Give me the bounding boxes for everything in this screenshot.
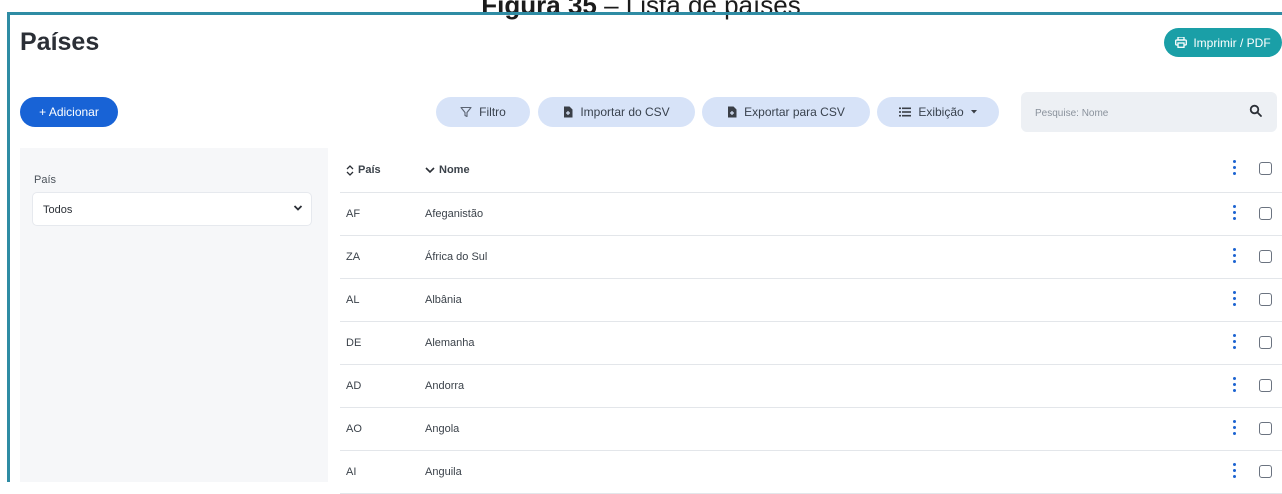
column-header-country-label: País xyxy=(358,164,381,176)
import-csv-button[interactable]: Importar do CSV xyxy=(538,97,695,127)
add-button-label: + Adicionar xyxy=(39,105,99,119)
list-icon xyxy=(899,107,912,117)
country-name: Alemanha xyxy=(425,337,475,349)
more-options-icon[interactable] xyxy=(1229,334,1239,352)
column-header-name-label: Nome xyxy=(439,164,470,176)
row-checkbox[interactable] xyxy=(1259,422,1272,435)
country-code: DE xyxy=(346,337,362,349)
filter-panel: País Todos xyxy=(20,148,328,482)
table-row[interactable]: ZA África do Sul xyxy=(340,236,1282,279)
display-dropdown-button[interactable]: Exibição xyxy=(877,97,999,127)
country-name: Afeganistão xyxy=(425,208,484,220)
sort-icon xyxy=(346,164,354,176)
printer-icon xyxy=(1175,37,1188,48)
more-options-icon[interactable] xyxy=(1229,160,1239,178)
print-pdf-button[interactable]: Imprimir / PDF xyxy=(1164,28,1282,57)
country-code: AI xyxy=(346,466,357,478)
country-name: África do Sul xyxy=(425,251,488,263)
more-options-icon[interactable] xyxy=(1229,205,1239,223)
country-filter-label: País xyxy=(34,174,57,186)
row-checkbox[interactable] xyxy=(1259,465,1272,478)
add-button[interactable]: + Adicionar xyxy=(20,97,118,127)
country-code: AD xyxy=(346,380,362,392)
row-checkbox[interactable] xyxy=(1259,250,1272,263)
filter-icon xyxy=(460,106,472,118)
country-code: AO xyxy=(346,423,362,435)
row-checkbox[interactable] xyxy=(1259,336,1272,349)
more-options-icon[interactable] xyxy=(1229,248,1239,266)
table-row[interactable]: AD Andorra xyxy=(340,365,1282,408)
table-row[interactable]: AF Afeganistão xyxy=(340,193,1282,236)
search-icon[interactable] xyxy=(1249,104,1263,118)
file-import-icon xyxy=(564,106,573,118)
search-input[interactable] xyxy=(1021,92,1237,134)
country-name: Andorra xyxy=(425,380,465,392)
country-code: AL xyxy=(346,294,360,306)
country-name: Angola xyxy=(425,423,460,435)
country-code: AF xyxy=(346,208,361,220)
row-checkbox[interactable] xyxy=(1259,379,1272,392)
column-header-name[interactable]: Nome xyxy=(425,164,470,176)
page-title: Países xyxy=(20,28,100,56)
export-csv-button[interactable]: Exportar para CSV xyxy=(702,97,870,127)
country-filter-value: Todos xyxy=(43,204,73,216)
select-all-checkbox[interactable] xyxy=(1259,162,1272,175)
more-options-icon[interactable] xyxy=(1229,420,1239,438)
country-filter-select[interactable]: Todos xyxy=(32,192,312,226)
table-row[interactable]: AL Albânia xyxy=(340,279,1282,322)
import-csv-label: Importar do CSV xyxy=(580,105,670,119)
row-checkbox[interactable] xyxy=(1259,207,1272,220)
more-options-icon[interactable] xyxy=(1229,463,1239,481)
table-row[interactable]: AO Angola xyxy=(340,408,1282,451)
search-box xyxy=(1021,92,1277,134)
more-options-icon[interactable] xyxy=(1229,377,1239,395)
file-export-icon xyxy=(728,106,737,118)
country-code: ZA xyxy=(346,251,361,263)
filter-label: Filtro xyxy=(479,105,506,119)
more-options-icon[interactable] xyxy=(1229,291,1239,309)
table-header-row: País Nome xyxy=(340,148,1282,193)
table-row[interactable]: DE Alemanha xyxy=(340,322,1282,365)
table-row[interactable]: AI Anguila xyxy=(340,451,1282,494)
print-pdf-label: Imprimir / PDF xyxy=(1193,35,1271,50)
filter-button[interactable]: Filtro xyxy=(436,97,530,127)
column-header-country[interactable]: País xyxy=(346,164,381,176)
row-checkbox[interactable] xyxy=(1259,293,1272,306)
country-name: Anguila xyxy=(425,466,462,478)
country-name: Albânia xyxy=(425,294,462,306)
chevron-down-icon xyxy=(425,167,435,174)
caret-down-icon xyxy=(970,110,977,114)
display-label: Exibição xyxy=(918,105,964,119)
chevron-down-icon xyxy=(293,205,303,211)
countries-table: País Nome AF Afeganistão ZA África do Su… xyxy=(340,148,1282,494)
export-csv-label: Exportar para CSV xyxy=(744,105,845,119)
